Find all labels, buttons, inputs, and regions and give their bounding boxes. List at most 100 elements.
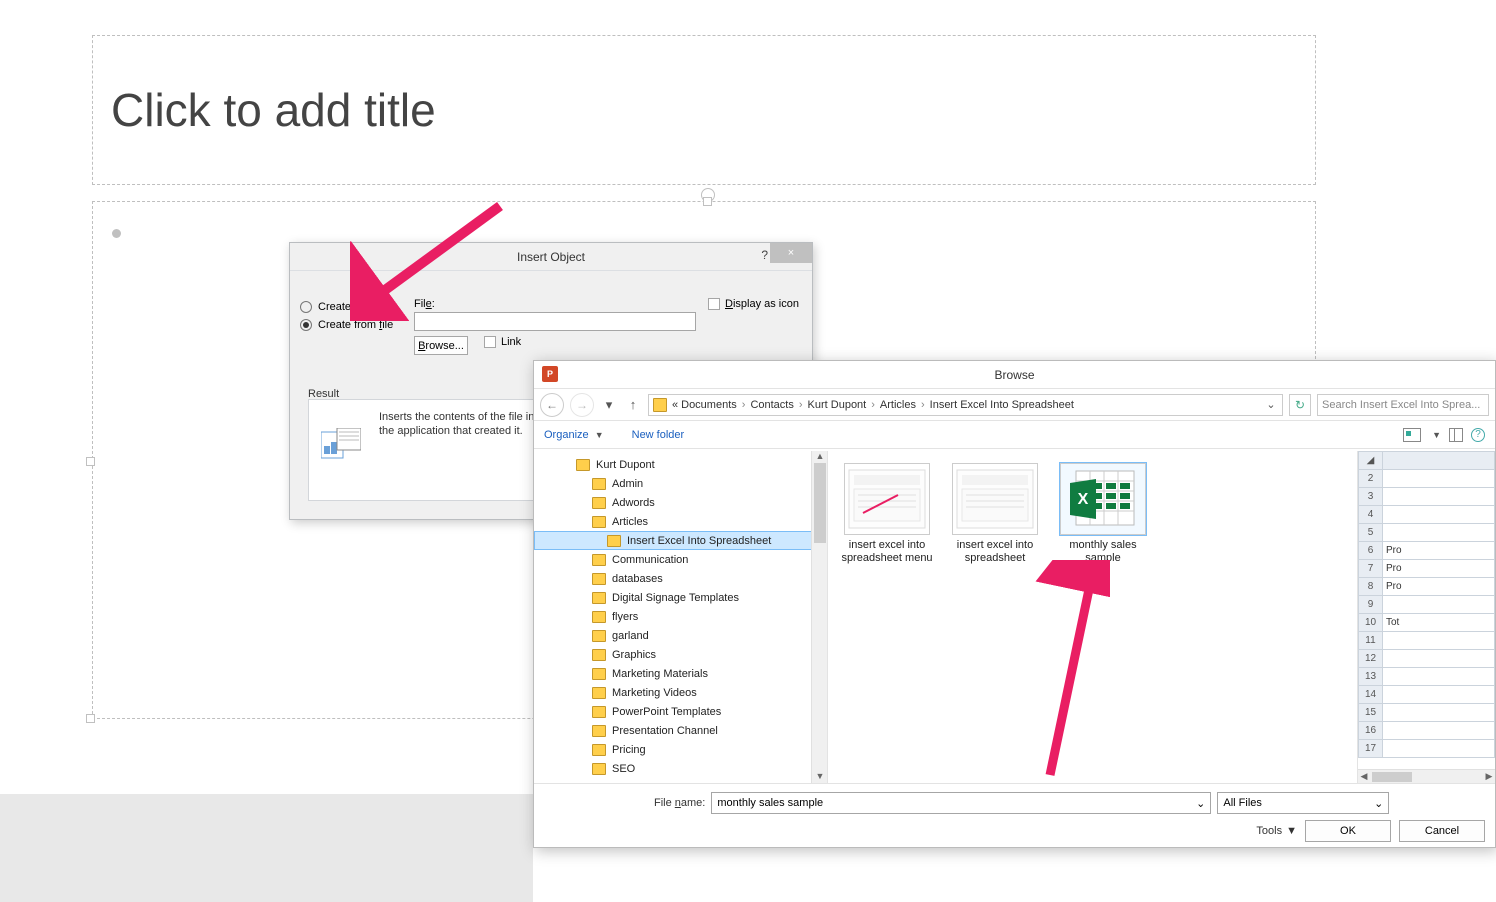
row-header[interactable]: 3 xyxy=(1359,488,1383,506)
file-item[interactable]: Xmonthly sales sample xyxy=(1056,463,1150,564)
row-header[interactable]: 17 xyxy=(1359,740,1383,758)
cell[interactable] xyxy=(1383,488,1495,506)
view-options-icon[interactable] xyxy=(1403,428,1421,442)
row-header[interactable]: 13 xyxy=(1359,668,1383,686)
file-type-filter[interactable]: All Files ⌄ xyxy=(1217,792,1389,814)
tree-item[interactable]: SEO xyxy=(534,759,827,778)
chevron-down-icon[interactable]: ▾ xyxy=(600,396,618,414)
scrollbar[interactable]: ◀ ▶ xyxy=(1358,769,1495,783)
tree-item[interactable]: databases xyxy=(534,569,827,588)
help-icon[interactable]: ? xyxy=(1471,428,1485,442)
breadcrumb[interactable]: « Documents› Contacts› Kurt Dupont› Arti… xyxy=(648,394,1283,416)
row-header[interactable]: 8 xyxy=(1359,578,1383,596)
row-header[interactable]: 2 xyxy=(1359,470,1383,488)
help-button[interactable]: ? xyxy=(761,248,768,262)
resize-handle-icon[interactable] xyxy=(703,197,712,206)
cell[interactable] xyxy=(1383,506,1495,524)
cell[interactable] xyxy=(1383,722,1495,740)
scroll-right-icon[interactable]: ▶ xyxy=(1483,771,1495,782)
row-header[interactable]: 16 xyxy=(1359,722,1383,740)
tools-menu[interactable]: Tools ▼ xyxy=(1256,825,1297,837)
breadcrumb-part[interactable]: Insert Excel Into Spreadsheet xyxy=(930,399,1074,411)
back-button[interactable]: ← xyxy=(540,393,564,417)
chevron-down-icon[interactable]: ⌄ xyxy=(1374,797,1383,810)
tree-item[interactable]: flyers xyxy=(534,607,827,626)
breadcrumb-part[interactable]: Contacts xyxy=(750,399,793,411)
resize-handle-icon[interactable] xyxy=(86,714,95,723)
cell[interactable]: Pro xyxy=(1383,560,1495,578)
radio-create-new[interactable]: Create new xyxy=(300,298,393,316)
cell[interactable] xyxy=(1383,650,1495,668)
row-header[interactable]: 12 xyxy=(1359,650,1383,668)
row-header[interactable]: 5 xyxy=(1359,524,1383,542)
scroll-thumb[interactable] xyxy=(1372,772,1412,782)
cell[interactable] xyxy=(1383,596,1495,614)
close-button[interactable]: × xyxy=(770,243,812,263)
cell[interactable]: Tot xyxy=(1383,614,1495,632)
row-header[interactable]: 4 xyxy=(1359,506,1383,524)
row-header[interactable]: 7 xyxy=(1359,560,1383,578)
cell[interactable]: Pro xyxy=(1383,578,1495,596)
tree-item[interactable]: Kurt Dupont xyxy=(534,455,827,474)
file-item[interactable]: insert excel into spreadsheet menu xyxy=(840,463,934,564)
row-header[interactable]: 15 xyxy=(1359,704,1383,722)
select-all-cell[interactable]: ◢ xyxy=(1359,452,1383,470)
resize-handle-icon[interactable] xyxy=(86,457,95,466)
tree-item[interactable]: Digital Signage Templates xyxy=(534,588,827,607)
cell[interactable]: Pro xyxy=(1383,542,1495,560)
row-header[interactable]: 9 xyxy=(1359,596,1383,614)
preview-pane-icon[interactable] xyxy=(1449,428,1463,442)
cell[interactable] xyxy=(1383,686,1495,704)
tree-item[interactable]: Marketing Materials xyxy=(534,664,827,683)
scroll-down-icon[interactable]: ▼ xyxy=(812,771,828,783)
display-as-icon-checkbox[interactable]: Display as icon xyxy=(708,298,799,310)
row-header[interactable]: 10 xyxy=(1359,614,1383,632)
chevron-down-icon[interactable]: ⌄ xyxy=(1196,797,1205,810)
up-button[interactable]: ↑ xyxy=(624,396,642,414)
tree-item[interactable]: Presentation Channel xyxy=(534,721,827,740)
tree-item[interactable]: Adwords xyxy=(534,493,827,512)
scrollbar[interactable]: ▲ ▼ xyxy=(811,451,827,783)
ok-button[interactable]: OK xyxy=(1305,820,1391,842)
tree-item[interactable]: Pricing xyxy=(534,740,827,759)
search-input[interactable]: Search Insert Excel Into Sprea... xyxy=(1317,394,1489,416)
tree-item[interactable]: Graphics xyxy=(534,645,827,664)
organize-menu[interactable]: Organize ▼ xyxy=(544,429,604,441)
chevron-down-icon[interactable]: ⌄ xyxy=(1264,398,1278,411)
breadcrumb-part[interactable]: Documents xyxy=(681,399,737,411)
refresh-button[interactable]: ↻ xyxy=(1289,394,1311,416)
file-item[interactable]: insert excel into spreadsheet xyxy=(948,463,1042,564)
forward-button[interactable]: → xyxy=(570,393,594,417)
scroll-up-icon[interactable]: ▲ xyxy=(812,451,828,463)
file-path-input[interactable] xyxy=(414,312,696,331)
cell[interactable] xyxy=(1383,524,1495,542)
tree-item[interactable]: Insert Excel Into Spreadsheet xyxy=(534,531,827,550)
cell[interactable] xyxy=(1383,470,1495,488)
slide-title-placeholder[interactable]: Click to add title xyxy=(92,35,1316,185)
tree-item[interactable]: garland xyxy=(534,626,827,645)
row-header[interactable]: 14 xyxy=(1359,686,1383,704)
breadcrumb-part[interactable]: Articles xyxy=(880,399,916,411)
tree-item[interactable]: Admin xyxy=(534,474,827,493)
tree-item[interactable]: PowerPoint Templates xyxy=(534,702,827,721)
file-list[interactable]: insert excel into spreadsheet menuinsert… xyxy=(828,451,1357,783)
scroll-thumb[interactable] xyxy=(814,463,826,543)
chevron-down-icon[interactable]: ▼ xyxy=(1432,430,1441,440)
cell[interactable] xyxy=(1383,704,1495,722)
radio-create-from-file[interactable]: Create from file xyxy=(300,316,393,334)
breadcrumb-part[interactable]: Kurt Dupont xyxy=(808,399,867,411)
folder-tree[interactable]: Kurt DupontAdminAdwordsArticlesInsert Ex… xyxy=(534,451,828,783)
cell[interactable] xyxy=(1383,668,1495,686)
cell[interactable] xyxy=(1383,740,1495,758)
browse-button[interactable]: Browse... xyxy=(414,336,468,355)
cell[interactable] xyxy=(1383,632,1495,650)
file-name-input[interactable]: monthly sales sample ⌄ xyxy=(711,792,1211,814)
dialog-titlebar[interactable]: P Browse xyxy=(534,361,1495,389)
scroll-left-icon[interactable]: ◀ xyxy=(1358,771,1370,782)
row-header[interactable]: 11 xyxy=(1359,632,1383,650)
link-checkbox[interactable]: Link xyxy=(484,336,521,348)
row-header[interactable]: 6 xyxy=(1359,542,1383,560)
cancel-button[interactable]: Cancel xyxy=(1399,820,1485,842)
tree-item[interactable]: Marketing Videos xyxy=(534,683,827,702)
tree-item[interactable]: Articles xyxy=(534,512,827,531)
